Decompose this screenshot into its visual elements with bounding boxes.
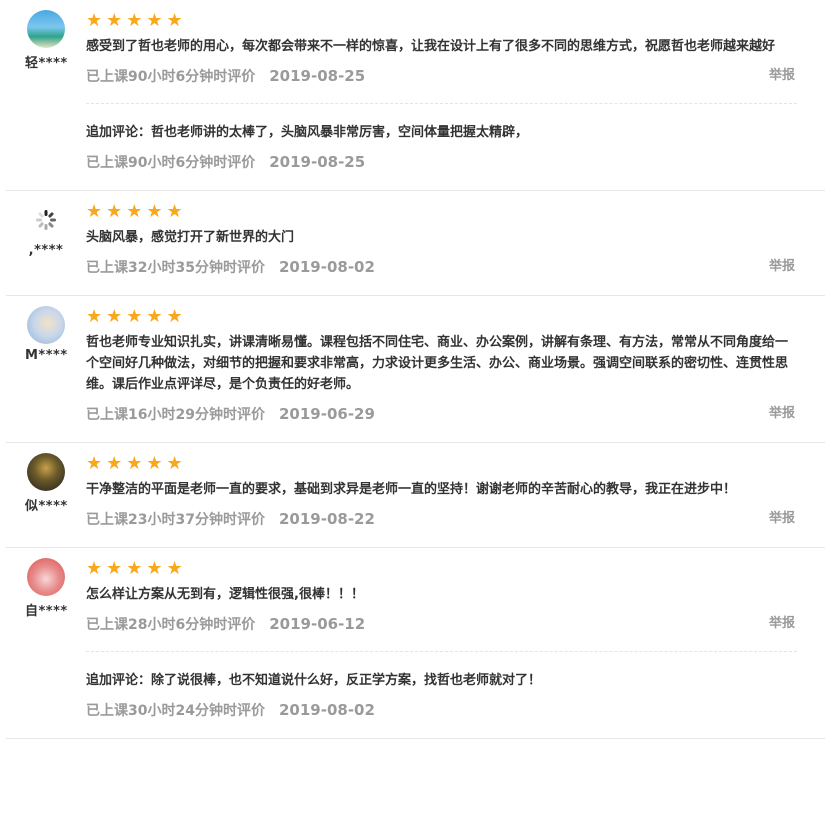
star-rating: ★★★★★: [86, 453, 187, 474]
review-item: 轻**** ★★★★★ 感受到了哲也老师的用心，每次都会带来不一样的惊喜，让我在…: [6, 0, 825, 191]
review-content: ★★★★★ 干净整洁的平面是老师一直的要求，基础到求异是老师一直的坚持！谢谢老师…: [86, 443, 825, 547]
star-rating: ★★★★★: [86, 201, 187, 222]
followup-comment: 追加评论：除了说很棒，也不知道说什么好，反正学方案，找哲也老师就对了！ 已上课3…: [86, 670, 797, 720]
followup-meta: 已上课90小时6分钟时评价 2019-08-25: [86, 152, 797, 172]
loading-spinner-icon: [36, 210, 56, 230]
username: 似****: [25, 499, 68, 514]
reviewer: ,****: [25, 201, 67, 258]
review-item: 似**** ★★★★★ 干净整洁的平面是老师一直的要求，基础到求异是老师一直的坚…: [6, 443, 825, 548]
followup-divider: [86, 103, 797, 104]
review-date: 2019-08-02: [278, 258, 375, 276]
avatar[interactable]: [27, 10, 65, 48]
report-button[interactable]: 举报: [769, 509, 795, 529]
study-duration: 已上课28小时6分钟时评价: [86, 617, 256, 633]
review-date: 2019-08-02: [278, 701, 375, 719]
review-meta: 已上课28小时6分钟时评价 2019-06-12 举报: [86, 614, 797, 634]
review-date: 2019-08-25: [269, 67, 366, 85]
avatar[interactable]: [27, 558, 65, 596]
review-date: 2019-06-12: [269, 615, 366, 633]
followup-divider: [86, 651, 797, 652]
avatar[interactable]: [27, 306, 65, 344]
star-rating: ★★★★★: [86, 306, 187, 327]
review-text: 干净整洁的平面是老师一直的要求，基础到求异是老师一直的坚持！谢谢老师的辛苦耐心的…: [86, 482, 737, 497]
study-duration: 已上课23小时37分钟时评价: [86, 512, 265, 528]
review-date: 2019-08-25: [269, 153, 366, 171]
review-text: 头脑风暴，感觉打开了新世界的大门: [86, 230, 295, 245]
review-text: 感受到了哲也老师的用心，每次都会带来不一样的惊喜，让我在设计上有了很多不同的思维…: [86, 39, 776, 54]
study-duration: 已上课90小时6分钟时评价: [86, 69, 256, 85]
username: M****: [25, 348, 68, 363]
review-date: 2019-08-22: [278, 510, 375, 528]
username: 轻****: [25, 56, 68, 71]
review-meta: 已上课32小时35分钟时评价 2019-08-02 举报: [86, 257, 797, 277]
review-item: M**** ★★★★★ 哲也老师专业知识扎实，讲课清晰易懂。课程包括不同住宅、商…: [6, 296, 825, 443]
review-content: ★★★★★ 感受到了哲也老师的用心，每次都会带来不一样的惊喜，让我在设计上有了很…: [86, 0, 825, 190]
review-date: 2019-06-29: [278, 405, 375, 423]
username: ,****: [28, 243, 64, 258]
followup-comment: 追加评论：哲也老师讲的太棒了，头脑风暴非常厉害，空间体量把握太精辟， 已上课90…: [86, 122, 797, 172]
avatar[interactable]: [27, 201, 65, 239]
reviewer: 轻****: [25, 10, 67, 71]
review-meta: 已上课23小时37分钟时评价 2019-08-22 举报: [86, 509, 797, 529]
review-meta: 已上课90小时6分钟时评价 2019-08-25 举报: [86, 66, 797, 86]
review-item: 自**** ★★★★★ 怎么样让方案从无到有，逻辑性很强,很棒！！！ 已上课28…: [6, 548, 825, 739]
reviewer: 自****: [25, 558, 67, 619]
reviewer: M****: [25, 306, 67, 363]
review-text: 怎么样让方案从无到有，逻辑性很强,很棒！！！: [86, 587, 364, 602]
followup-text: 追加评论：除了说很棒，也不知道说什么好，反正学方案，找哲也老师就对了！: [86, 673, 542, 688]
review-list: 轻**** ★★★★★ 感受到了哲也老师的用心，每次都会带来不一样的惊喜，让我在…: [0, 0, 831, 739]
star-rating: ★★★★★: [86, 10, 187, 31]
username: 自****: [25, 604, 68, 619]
review-content: ★★★★★ 哲也老师专业知识扎实，讲课清晰易懂。课程包括不同住宅、商业、办公案例…: [86, 296, 825, 442]
report-button[interactable]: 举报: [769, 66, 795, 86]
review-content: ★★★★★ 头脑风暴，感觉打开了新世界的大门 已上课32小时35分钟时评价 201…: [86, 191, 825, 295]
reviewer: 似****: [25, 453, 67, 514]
review-text: 哲也老师专业知识扎实，讲课清晰易懂。课程包括不同住宅、商业、办公案例，讲解有条理…: [86, 335, 789, 392]
study-duration: 已上课90小时6分钟时评价: [86, 155, 256, 171]
review-item: ,**** ★★★★★ 头脑风暴，感觉打开了新世界的大门 已上课32小时35分钟…: [6, 191, 825, 296]
avatar[interactable]: [27, 453, 65, 491]
review-content: ★★★★★ 怎么样让方案从无到有，逻辑性很强,很棒！！！ 已上课28小时6分钟时…: [86, 548, 825, 738]
study-duration: 已上课32小时35分钟时评价: [86, 260, 265, 276]
followup-meta: 已上课30小时24分钟时评价 2019-08-02: [86, 700, 797, 720]
report-button[interactable]: 举报: [769, 614, 795, 634]
report-button[interactable]: 举报: [769, 257, 795, 277]
report-button[interactable]: 举报: [769, 404, 795, 424]
study-duration: 已上课30小时24分钟时评价: [86, 703, 265, 719]
study-duration: 已上课16小时29分钟时评价: [86, 407, 265, 423]
review-meta: 已上课16小时29分钟时评价 2019-06-29 举报: [86, 404, 797, 424]
star-rating: ★★★★★: [86, 558, 187, 579]
followup-text: 追加评论：哲也老师讲的太棒了，头脑风暴非常厉害，空间体量把握太精辟，: [86, 125, 529, 140]
